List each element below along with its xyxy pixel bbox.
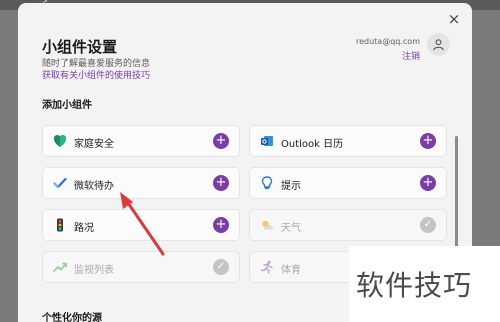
add-widget-button[interactable]: + <box>213 175 229 191</box>
widget-label: 体育 <box>281 265 301 276</box>
sports-icon <box>260 260 273 274</box>
added-check-icon: ✓ <box>420 217 436 233</box>
close-icon[interactable]: × <box>446 11 462 27</box>
widget-card-tips[interactable]: 提示 + <box>249 167 447 199</box>
personalize-feed-heading: 个性化你的源 <box>42 313 102 322</box>
account-email: reduta@qq.com <box>355 37 420 46</box>
watermark-text: 软件技巧 <box>356 269 473 302</box>
tips-link[interactable]: 获取有关小组件的使用技巧 <box>42 68 150 81</box>
avatar[interactable] <box>427 33 450 56</box>
watchlist-icon <box>53 262 67 272</box>
family-safety-icon <box>54 135 66 147</box>
widget-card-microsoft-todo[interactable]: 微软待办 + <box>42 167 240 199</box>
widget-card-traffic[interactable]: 路况 + <box>42 209 240 241</box>
add-widget-button[interactable]: + <box>213 133 229 149</box>
add-widget-button[interactable]: + <box>420 133 436 149</box>
widget-card-outlook-calendar[interactable]: Outlook 日历 + <box>249 125 447 157</box>
widget-card-family-safety[interactable]: 家庭安全 + <box>42 125 240 157</box>
widget-label: 提示 <box>281 181 301 192</box>
outlook-calendar-icon <box>261 136 273 146</box>
add-widgets-heading: 添加小组件 <box>42 100 92 111</box>
dialog-title: 小组件设置 <box>42 38 118 56</box>
traffic-icon <box>57 218 63 232</box>
widget-label: 监视列表 <box>74 265 114 276</box>
widget-label: 路况 <box>74 223 94 234</box>
widget-label: Outlook 日历 <box>281 139 344 150</box>
widget-card-watchlist: 监视列表 ✓ <box>42 251 240 283</box>
logout-link[interactable]: 注销 <box>402 49 420 62</box>
weather-icon <box>262 220 273 230</box>
widget-card-weather: 天气 ✓ <box>249 209 447 241</box>
microsoft-todo-icon <box>53 177 67 189</box>
widget-label: 天气 <box>281 223 301 234</box>
widget-label: 微软待办 <box>74 181 114 192</box>
widget-label: 家庭安全 <box>74 139 114 150</box>
person-icon <box>433 39 444 51</box>
add-widget-button[interactable]: + <box>213 217 229 233</box>
added-check-icon: ✓ <box>213 259 229 275</box>
tips-icon <box>261 176 273 190</box>
add-widget-button[interactable]: + <box>420 175 436 191</box>
